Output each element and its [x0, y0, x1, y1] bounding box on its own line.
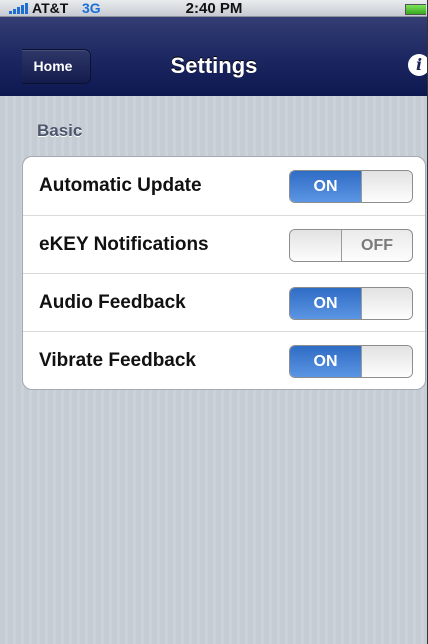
page-title: Settings — [170, 53, 258, 78]
ekey-notifications-switch[interactable]: OFF — [289, 229, 413, 262]
setting-label: eKEY Notifications — [39, 234, 209, 255]
battery-icon — [405, 4, 426, 15]
phone-screen: AT&T 3G 2:40 PM Home Settings i Basic Au… — [0, 0, 428, 644]
switch-state: OFF — [361, 237, 393, 254]
switch-state: ON — [290, 171, 361, 202]
vibrate-feedback-switch[interactable]: ON — [289, 345, 413, 378]
status-bar: AT&T 3G 2:40 PM — [0, 0, 427, 17]
setting-row-audio-feedback: Audio Feedback ON — [23, 273, 425, 332]
section-header-basic: Basic — [37, 121, 83, 140]
switch-knob — [361, 346, 412, 377]
setting-label: Automatic Update — [39, 175, 202, 196]
setting-row-automatic-update: Automatic Update ON — [23, 157, 425, 215]
settings-content: Basic Automatic Update ON eKEY Notificat… — [0, 96, 427, 644]
switch-knob — [361, 171, 412, 202]
setting-label: Audio Feedback — [39, 292, 186, 313]
setting-label: Vibrate Feedback — [39, 350, 197, 371]
automatic-update-switch[interactable]: ON — [289, 170, 413, 203]
switch-knob — [290, 230, 342, 261]
switch-knob — [361, 288, 412, 319]
setting-row-ekey-notifications: eKEY Notifications OFF — [23, 215, 425, 274]
navigation-bar: Home Settings i — [0, 17, 427, 97]
switch-state: ON — [290, 346, 361, 377]
switch-state: ON — [290, 288, 361, 319]
setting-row-vibrate-feedback: Vibrate Feedback ON — [23, 331, 425, 389]
info-icon[interactable]: i — [408, 54, 427, 76]
settings-group: Automatic Update ON eKEY Notifications O… — [22, 156, 426, 390]
status-time: 2:40 PM — [185, 0, 243, 17]
audio-feedback-switch[interactable]: ON — [289, 287, 413, 320]
